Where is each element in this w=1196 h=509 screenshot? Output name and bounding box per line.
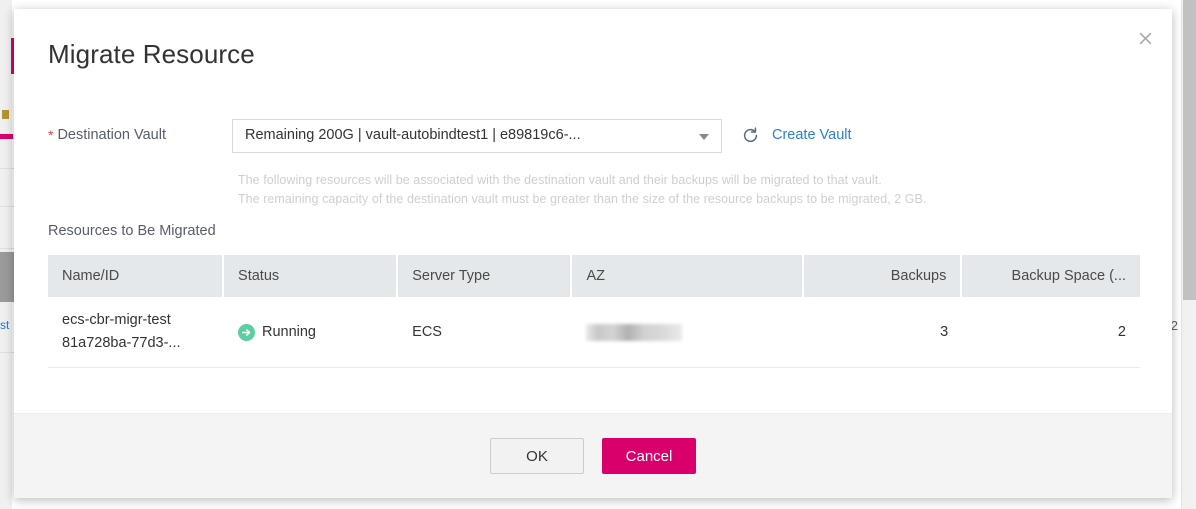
background-accent-bar-mid xyxy=(0,134,13,139)
hint-line-2: The remaining capacity of the destinatio… xyxy=(238,192,927,206)
dialog-footer: OK Cancel xyxy=(14,413,1172,498)
running-arrow-icon xyxy=(237,323,255,341)
column-header-az: AZ xyxy=(572,255,805,297)
page-title: Migrate Resource xyxy=(48,39,255,69)
required-asterisk: * xyxy=(48,127,54,143)
destination-vault-row: * Destination Vault Remaining 200G | vaul… xyxy=(14,119,1172,153)
cell-server-type: ECS xyxy=(412,324,442,340)
dialog-header: Migrate Resource xyxy=(14,9,1172,87)
refresh-icon[interactable] xyxy=(741,126,760,145)
migrate-resource-dialog: Migrate Resource * Destination Vault Rema… xyxy=(14,9,1172,498)
table-body: ecs-cbr-migr-test 81a728ba-77d3-... Runn… xyxy=(48,297,1140,368)
column-header-backups: Backups xyxy=(804,255,963,297)
create-vault-link[interactable]: Create Vault xyxy=(772,127,852,143)
page-scrollbar-thumb[interactable] xyxy=(1183,0,1196,300)
ok-button[interactable]: OK xyxy=(490,438,584,474)
close-icon[interactable] xyxy=(1132,25,1158,51)
resource-id: 81a728ba-77d3-... xyxy=(62,335,181,351)
resource-name: ecs-cbr-migr-test xyxy=(62,312,171,328)
column-header-status: Status xyxy=(224,255,399,297)
page-scrollbar[interactable] xyxy=(1181,0,1196,509)
destination-vault-label-text: Destination Vault xyxy=(57,127,166,143)
status-badge: Running xyxy=(261,324,316,340)
dialog-body: * Destination Vault Remaining 200G | vaul… xyxy=(14,87,1172,414)
background-chip-icon xyxy=(2,110,9,119)
cell-backups: 3 xyxy=(940,324,949,340)
cell-name-id: ecs-cbr-migr-test 81a728ba-77d3-... xyxy=(48,297,224,367)
destination-vault-selected-value: Remaining 200G | vault-autobindtest1 | e… xyxy=(245,127,581,143)
background-link-text: st xyxy=(0,318,10,332)
cell-status: Running xyxy=(224,297,398,367)
page-root: st 2 Migrate Resource * Destination Vault… xyxy=(0,0,1196,509)
az-redacted-value xyxy=(586,323,683,341)
column-header-name-id: Name/ID xyxy=(48,255,225,297)
column-header-backup-space: Backup Space (... xyxy=(1011,268,1126,284)
cell-backup-space: 2 xyxy=(1117,324,1126,340)
resources-section-label: Resources to Be Migrated xyxy=(48,223,216,239)
cancel-button[interactable]: Cancel xyxy=(602,438,696,474)
chevron-down-icon xyxy=(699,134,709,140)
hint-line-1: The following resources will be associat… xyxy=(238,173,882,187)
destination-vault-select[interactable]: Remaining 200G | vault-autobindtest1 | e… xyxy=(232,119,722,153)
cell-az xyxy=(572,297,804,367)
column-header-server-type: Server Type xyxy=(398,255,573,297)
table-header-row: Name/ID Status Server Type AZ Backups Ba… xyxy=(48,255,1140,297)
destination-vault-label: * Destination Vault xyxy=(48,127,238,143)
table-row[interactable]: ecs-cbr-migr-test 81a728ba-77d3-... Runn… xyxy=(48,297,1140,368)
resources-table: Name/ID Status Server Type AZ Backups Ba… xyxy=(48,255,1140,368)
